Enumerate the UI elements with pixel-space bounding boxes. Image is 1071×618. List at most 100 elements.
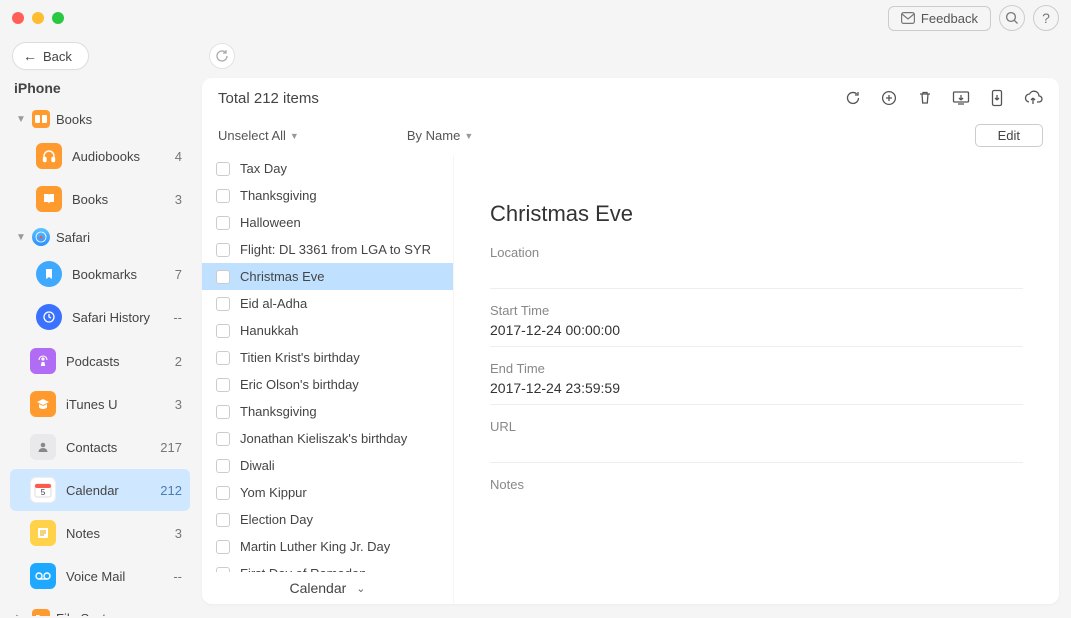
event-label: Flight: DL 3361 from LGA to SYR — [240, 242, 431, 257]
sidebar-item-itunes-u[interactable]: iTunes U 3 — [10, 383, 190, 425]
headphones-icon — [36, 143, 62, 169]
sidebar-item-label: Voice Mail — [66, 569, 125, 584]
titlebar: Feedback ? — [0, 0, 1071, 36]
device-label: iPhone — [10, 78, 190, 104]
count-badge: 2 — [175, 354, 182, 369]
event-label: Election Day — [240, 512, 313, 527]
podcast-icon — [30, 348, 56, 374]
checkbox[interactable] — [216, 162, 230, 176]
export-to-device-button[interactable] — [987, 88, 1007, 108]
caret-right-icon: ▶ — [16, 613, 26, 617]
sidebar-item-label: Safari History — [72, 310, 150, 325]
sidebar-group-filesystem[interactable]: ▶ File System — [10, 603, 190, 616]
event-row[interactable]: Titien Krist's birthday — [202, 344, 453, 371]
sidebar-item-safari-history[interactable]: Safari History -- — [10, 296, 190, 338]
sidebar: iPhone ▼ Books Audiobooks 4 — [0, 78, 196, 616]
sidebar-item-label: Books — [72, 192, 108, 207]
event-row[interactable]: Hanukkah — [202, 317, 453, 344]
unselect-all-button[interactable]: Unselect All ▼ — [218, 128, 299, 143]
checkbox[interactable] — [216, 351, 230, 365]
event-row[interactable]: Halloween — [202, 209, 453, 236]
chevron-down-icon: ▼ — [290, 131, 299, 141]
main-panel: Total 212 items Unselect All ▼ By Name — [202, 78, 1059, 604]
checkbox[interactable] — [216, 216, 230, 230]
event-label: Eric Olson's birthday — [240, 377, 359, 392]
caret-down-icon: ▼ — [16, 232, 26, 243]
event-row[interactable]: Thanksgiving — [202, 398, 453, 425]
export-to-pc-button[interactable] — [951, 88, 971, 108]
sidebar-item-books[interactable]: Books 3 — [10, 178, 190, 220]
event-row[interactable]: Martin Luther King Jr. Day — [202, 533, 453, 560]
notes-icon — [30, 520, 56, 546]
sidebar-item-notes[interactable]: Notes 3 — [10, 512, 190, 554]
total-count-label: Total 212 items — [218, 90, 319, 107]
close-window-button[interactable] — [12, 12, 24, 24]
checkbox[interactable] — [216, 189, 230, 203]
help-button[interactable]: ? — [1033, 5, 1059, 31]
clock-icon — [36, 304, 62, 330]
url-value — [490, 438, 1023, 456]
event-row[interactable]: Eid al-Adha — [202, 290, 453, 317]
location-value — [490, 264, 1023, 282]
sidebar-group-safari[interactable]: ▼ Safari — [10, 222, 190, 252]
refresh-button[interactable] — [843, 88, 863, 108]
edit-button[interactable]: Edit — [975, 124, 1043, 147]
checkbox[interactable] — [216, 243, 230, 257]
sidebar-item-label: Contacts — [66, 440, 117, 455]
sidebar-item-voice-mail[interactable]: Voice Mail -- — [10, 555, 190, 597]
event-label: Thanksgiving — [240, 188, 317, 203]
event-row[interactable]: Tax Day — [202, 155, 453, 182]
unselect-label: Unselect All — [218, 128, 286, 143]
delete-button[interactable] — [915, 88, 935, 108]
sort-dropdown[interactable]: By Name ▼ — [407, 128, 473, 143]
event-label: Thanksgiving — [240, 404, 317, 419]
event-label: Martin Luther King Jr. Day — [240, 539, 390, 554]
footer-label: Calendar — [289, 580, 346, 596]
sidebar-group-books[interactable]: ▼ Books — [10, 104, 190, 134]
sidebar-item-calendar[interactable]: 5 Calendar 212 — [10, 469, 190, 511]
event-row[interactable]: Eric Olson's birthday — [202, 371, 453, 398]
safari-icon — [32, 228, 50, 246]
sidebar-item-audiobooks[interactable]: Audiobooks 4 — [10, 135, 190, 177]
event-row[interactable]: Christmas Eve — [202, 263, 453, 290]
group-label: File System — [56, 611, 124, 617]
checkbox[interactable] — [216, 432, 230, 446]
checkbox[interactable] — [216, 405, 230, 419]
event-row[interactable]: Yom Kippur — [202, 479, 453, 506]
voicemail-icon — [30, 563, 56, 589]
checkbox[interactable] — [216, 513, 230, 527]
upload-cloud-button[interactable] — [1023, 88, 1043, 108]
checkbox[interactable] — [216, 270, 230, 284]
sidebar-item-bookmarks[interactable]: Bookmarks 7 — [10, 253, 190, 295]
checkbox[interactable] — [216, 486, 230, 500]
event-row[interactable]: Diwali — [202, 452, 453, 479]
back-button[interactable]: ← Back — [12, 42, 89, 70]
event-row[interactable]: Jonathan Kieliszak's birthday — [202, 425, 453, 452]
contacts-icon — [30, 434, 56, 460]
event-row[interactable]: Flight: DL 3361 from LGA to SYR — [202, 236, 453, 263]
event-row[interactable]: Thanksgiving — [202, 182, 453, 209]
sidebar-refresh-button[interactable] — [209, 43, 235, 69]
checkbox[interactable] — [216, 324, 230, 338]
minimize-window-button[interactable] — [32, 12, 44, 24]
mail-icon — [901, 12, 915, 24]
search-button[interactable] — [999, 5, 1025, 31]
url-label: URL — [490, 419, 1023, 434]
count-badge: 4 — [175, 149, 182, 164]
add-button[interactable] — [879, 88, 899, 108]
checkbox[interactable] — [216, 297, 230, 311]
checkbox[interactable] — [216, 378, 230, 392]
count-badge: 7 — [175, 267, 182, 282]
sidebar-item-podcasts[interactable]: Podcasts 2 — [10, 340, 190, 382]
list-footer-dropdown[interactable]: Calendar ⌄ — [202, 572, 453, 604]
zoom-window-button[interactable] — [52, 12, 64, 24]
end-time-label: End Time — [490, 361, 1023, 376]
books-icon — [32, 110, 50, 128]
event-row[interactable]: Election Day — [202, 506, 453, 533]
book-icon — [36, 186, 62, 212]
feedback-button[interactable]: Feedback — [888, 6, 991, 31]
event-list[interactable]: Tax Day Thanksgiving Halloween Flight: DL 3… — [202, 155, 454, 604]
checkbox[interactable] — [216, 459, 230, 473]
sidebar-item-contacts[interactable]: Contacts 217 — [10, 426, 190, 468]
checkbox[interactable] — [216, 540, 230, 554]
